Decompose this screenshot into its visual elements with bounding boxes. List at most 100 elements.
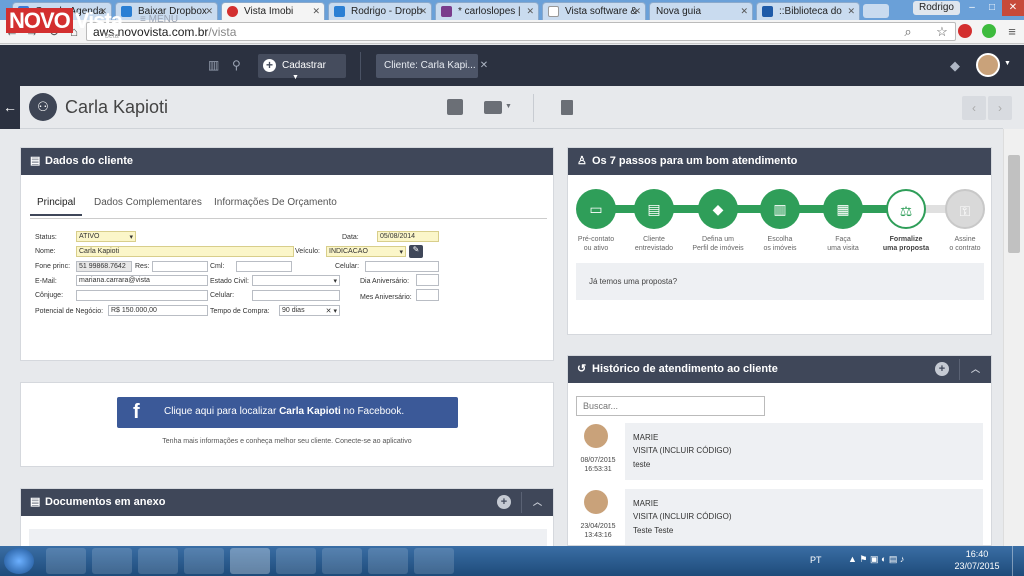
close-icon[interactable]: ✕: [633, 6, 641, 17]
scrollbar[interactable]: [1003, 129, 1024, 546]
chrome-menu-icon[interactable]: ≡: [1004, 24, 1020, 39]
start-button[interactable]: [4, 548, 34, 574]
step-assine-contrato[interactable]: ⚿: [945, 189, 985, 229]
url-field[interactable]: aws.novovista.com.br/vista: [86, 22, 956, 41]
fone-field[interactable]: 51 99868.7642: [76, 261, 132, 272]
search-input[interactable]: [576, 396, 765, 416]
data-field[interactable]: 05/08/2014: [377, 231, 439, 242]
vista-app-icon[interactable]: [138, 548, 178, 574]
client-tab[interactable]: Cliente: Carla Kapi... ✕: [376, 54, 488, 78]
opera-extension-icon[interactable]: [958, 24, 972, 38]
browser-tab-active[interactable]: Vista Imobi ✕: [221, 2, 325, 20]
close-icon[interactable]: ✕: [480, 60, 488, 71]
step-formalize-proposta[interactable]: ⚖: [886, 189, 926, 229]
outlook-icon[interactable]: [92, 548, 132, 574]
facebook-button[interactable]: f Clique aqui para localizar Carla Kapio…: [117, 397, 458, 428]
new-tab-button[interactable]: [863, 4, 889, 18]
tag-icon[interactable]: ◆: [950, 58, 960, 74]
close-icon[interactable]: ✕: [847, 6, 855, 17]
estado-civil-select[interactable]: ▾: [252, 275, 340, 286]
entry-type: VISITA (INCLUIR CÓDIGO): [633, 446, 732, 455]
prev-button[interactable]: ‹: [962, 96, 986, 120]
close-icon[interactable]: ✕: [740, 6, 748, 17]
tempo-compra-select[interactable]: 90 dias ✕ ▾: [279, 305, 340, 316]
entry-date: 23/04/2015: [580, 523, 616, 530]
browser-tab[interactable]: * carloslopes | ✕: [435, 2, 539, 20]
close-icon[interactable]: ✕: [526, 6, 534, 17]
star-icon[interactable]: ☆: [934, 24, 950, 40]
close-icon[interactable]: ✕: [205, 6, 213, 17]
novovista-logo[interactable]: NOVO Vista beta: [6, 8, 123, 40]
veiculo-select[interactable]: INDICACAO ▾: [326, 246, 406, 257]
dia-aniversario-field[interactable]: [416, 274, 439, 286]
tab-underline: [30, 218, 547, 219]
history-entry[interactable]: MARIE VISITA (INCLUIR CÓDIGO) teste: [625, 423, 983, 480]
add-document-button[interactable]: +: [497, 495, 511, 509]
celular2-field[interactable]: [252, 290, 340, 301]
add-history-button[interactable]: +: [935, 362, 949, 376]
res-field[interactable]: [152, 261, 208, 272]
browser-tab[interactable]: Vista software & ✕: [542, 2, 646, 20]
chevron-down-icon[interactable]: ▼: [505, 103, 512, 110]
extension-icon[interactable]: [982, 24, 996, 38]
close-window-button[interactable]: ✕: [1002, 0, 1024, 16]
conjuge-field[interactable]: [76, 290, 208, 301]
chevron-down-icon[interactable]: ▼: [1004, 60, 1011, 67]
step-faca-visita[interactable]: ▦: [823, 189, 863, 229]
edit-icon[interactable]: ✎: [409, 245, 423, 258]
close-icon[interactable]: ✕: [312, 6, 320, 17]
browser-tab[interactable]: Nova guia ✕: [649, 2, 753, 20]
mes-aniversario-label: Mes Aniversário:: [360, 294, 412, 301]
next-button[interactable]: ›: [988, 96, 1012, 120]
explorer-icon[interactable]: [46, 548, 86, 574]
clock-date[interactable]: 23/07/2015: [952, 561, 1002, 571]
step-perfil-imoveis[interactable]: ◆: [698, 189, 738, 229]
tab-principal[interactable]: Principal: [30, 197, 83, 216]
chevron-up-icon[interactable]: ︿: [533, 495, 542, 508]
evernote-icon[interactable]: [368, 548, 408, 574]
search-icon[interactable]: ⌕: [900, 24, 916, 40]
cml-field[interactable]: [236, 261, 292, 272]
skype-icon[interactable]: [414, 548, 454, 574]
back-button[interactable]: ←: [0, 86, 20, 129]
clock-time[interactable]: 16:40: [952, 549, 1002, 559]
site-icon: [762, 6, 773, 17]
step-pre-contato[interactable]: ▭: [576, 189, 616, 229]
step-escolha-imoveis[interactable]: ▥: [760, 189, 800, 229]
building-icon[interactable]: ▥: [208, 58, 219, 72]
language-indicator[interactable]: PT: [810, 555, 822, 565]
chevron-up-icon[interactable]: ︿: [971, 362, 980, 375]
browser-tab[interactable]: ::Biblioteca do ✕: [756, 2, 860, 20]
save-icon[interactable]: [447, 99, 463, 115]
mes-aniversario-field[interactable]: [416, 289, 439, 301]
user-icon[interactable]: ⚲: [232, 58, 241, 72]
scrollbar-thumb[interactable]: [1008, 155, 1020, 253]
paint-icon[interactable]: [322, 548, 362, 574]
browser-tab[interactable]: Rodrigo - Dropb ✕: [328, 2, 432, 20]
maximize-button[interactable]: □: [982, 0, 1002, 16]
minimize-button[interactable]: –: [962, 0, 982, 16]
profile-button[interactable]: Rodrigo: [912, 1, 960, 15]
status-select[interactable]: ATIVO ▾: [76, 231, 136, 242]
avatar[interactable]: [976, 53, 1000, 77]
show-desktop-button[interactable]: [1012, 546, 1024, 576]
chrome-icon[interactable]: [230, 548, 270, 574]
celular-field[interactable]: [365, 261, 439, 272]
trash-icon[interactable]: [561, 100, 573, 115]
email-field[interactable]: mariana.carrara@vista: [76, 275, 208, 286]
close-icon[interactable]: ✕: [419, 6, 427, 17]
tab-informacoes-orcamento[interactable]: Informações De Orçamento: [214, 197, 337, 208]
nome-field[interactable]: Carla Kapioti: [76, 246, 294, 257]
print-icon[interactable]: [484, 101, 502, 114]
potencial-field[interactable]: R$ 150.000,00: [108, 305, 208, 316]
tray-icons[interactable]: ▲ ⚑ ▣ ◐ ▤ ♪: [848, 554, 904, 565]
step-cliente-entrevistado[interactable]: ▤: [634, 189, 674, 229]
file-icon: ▤: [30, 496, 41, 508]
lw-icon[interactable]: [276, 548, 316, 574]
app-icon[interactable]: [184, 548, 224, 574]
menu-button[interactable]: ≡ MENU: [140, 14, 178, 25]
cadastrar-button[interactable]: + Cadastrar ▼: [258, 54, 346, 81]
facebook-panel: f Clique aqui para localizar Carla Kapio…: [20, 382, 554, 467]
tab-dados-complementares[interactable]: Dados Complementares: [94, 197, 202, 208]
history-entry[interactable]: MARIE VISITA (INCLUIR CÓDIGO) Teste Test…: [625, 489, 983, 545]
